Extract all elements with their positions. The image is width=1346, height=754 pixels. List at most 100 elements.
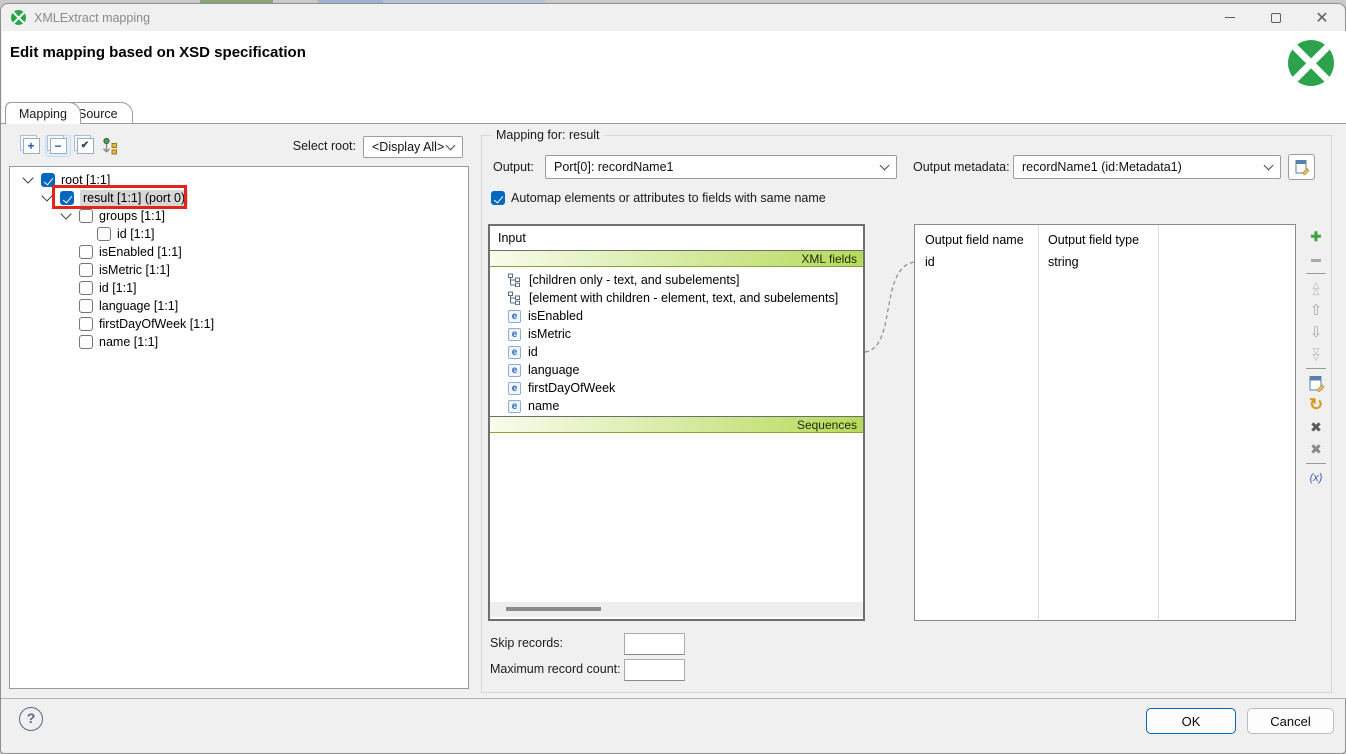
mapping-connector-line [857, 248, 919, 360]
tree-row-ismetric[interactable]: isMetric [1:1] [10, 261, 468, 279]
metadata-document-icon [1308, 375, 1325, 392]
output-port-dropdown[interactable]: Port[0]: recordName1 [545, 155, 897, 179]
tree-row-result[interactable]: result [1:1] (port 0) [10, 189, 468, 207]
horizontal-scrollbar[interactable] [490, 602, 863, 617]
wildcard-mapping-button[interactable]: (x) [1304, 467, 1328, 489]
move-to-top-button[interactable]: △ △ [1304, 277, 1328, 299]
app-clover-icon [11, 10, 26, 25]
move-up-button[interactable]: ⇧ [1304, 299, 1328, 321]
xml-field-item[interactable]: e isEnabled [490, 307, 863, 325]
title-bar[interactable]: XMLExtract mapping ✕ [1, 4, 1345, 31]
input-xml-fields-panel[interactable]: Input XML fields [children only - text, … [488, 224, 865, 621]
tree-row-name[interactable]: name [1:1] [10, 333, 468, 351]
checkbox-unchecked[interactable] [79, 281, 93, 295]
scrollbar-thumb[interactable] [506, 607, 601, 611]
clear-all-mappings-button[interactable]: ✖ [1304, 438, 1328, 460]
xml-field-item[interactable]: e id [490, 343, 863, 361]
automap-label: Automap elements or attributes to fields… [511, 191, 826, 205]
clover-logo [1288, 40, 1334, 86]
xml-field-item[interactable]: e isMetric [490, 325, 863, 343]
checkbox-unchecked[interactable] [79, 317, 93, 331]
checkbox-unchecked[interactable] [79, 263, 93, 277]
tab-mapping-label: Mapping [19, 107, 67, 121]
remove-field-button[interactable]: ▬ [1304, 248, 1328, 270]
close-button[interactable]: ✕ [1299, 4, 1345, 31]
output-label: Output: [493, 155, 534, 179]
checkbox-unchecked[interactable] [97, 227, 111, 241]
tree-row-root[interactable]: root [1:1] [10, 171, 468, 189]
screen: XMLExtract mapping ✕ Edit mapping based … [0, 0, 1346, 754]
output-row-type[interactable]: string [1048, 255, 1079, 269]
tree-row-language[interactable]: language [1:1] [10, 297, 468, 315]
tree-label: name [1:1] [99, 335, 158, 349]
checkbox-icon: ✔ [77, 138, 94, 154]
chevron-down-icon[interactable] [22, 172, 33, 183]
tree-row-isenabled[interactable]: isEnabled [1:1] [10, 243, 468, 261]
minimize-icon [1225, 17, 1235, 19]
tree-row-firstdayofweek[interactable]: firstDayOfWeek [1:1] [10, 315, 468, 333]
plus-icon: ✚ [1311, 229, 1322, 245]
collapse-all-button[interactable]: − [45, 135, 71, 157]
check-selected-button[interactable]: ✔ [72, 135, 98, 157]
skip-records-label: Skip records: [490, 632, 563, 654]
xml-field-label: [children only - text, and subelements] [529, 273, 740, 287]
minimize-button[interactable] [1207, 4, 1253, 31]
element-icon: e [508, 364, 521, 377]
add-field-button[interactable]: ✚ [1304, 226, 1328, 248]
tab-mapping[interactable]: Mapping [5, 102, 81, 124]
x-icon: ✖ [1310, 419, 1322, 436]
checkbox-unchecked[interactable] [79, 299, 93, 313]
dialog-title: Edit mapping based on XSD specification [10, 44, 306, 61]
xml-field-item[interactable]: [children only - text, and subelements] [490, 271, 863, 289]
checkbox-checked[interactable] [41, 173, 55, 187]
expand-all-button[interactable]: + [18, 135, 44, 157]
clear-mapping-button[interactable]: ✖ [1304, 416, 1328, 438]
xml-field-item[interactable]: e name [490, 397, 863, 415]
wildcard-icon: (x) [1310, 472, 1323, 484]
tree-row-groups[interactable]: groups [1:1] [10, 207, 468, 225]
checkbox-unchecked[interactable] [79, 245, 93, 259]
xml-field-item[interactable]: e firstDayOfWeek [490, 379, 863, 397]
chevron-down-icon[interactable] [41, 190, 52, 201]
tree-row-groups-id[interactable]: id [1:1] [10, 225, 468, 243]
element-icon: e [508, 382, 521, 395]
xml-field-label: firstDayOfWeek [528, 381, 615, 395]
automap-checkbox[interactable] [491, 191, 505, 205]
select-root-value: <Display All> [372, 140, 444, 154]
tree-label: language [1:1] [99, 299, 178, 313]
edit-metadata-button[interactable] [1288, 154, 1315, 180]
section-sequences: Sequences [490, 416, 863, 433]
cancel-label: Cancel [1270, 714, 1310, 729]
output-metadata-dropdown[interactable]: recordName1 (id:Metadata1) [1013, 155, 1281, 179]
checkbox-checked[interactable] [60, 191, 74, 205]
maximize-button[interactable] [1253, 4, 1299, 31]
automap-button[interactable]: ↻ [1304, 394, 1328, 416]
xml-field-item[interactable]: e language [490, 361, 863, 379]
ok-button[interactable]: OK [1146, 708, 1236, 734]
order-elements-button[interactable] [96, 135, 122, 157]
output-row-name[interactable]: id [925, 255, 935, 269]
skip-records-input[interactable] [624, 633, 685, 655]
xsd-tree-panel[interactable]: root [1:1] result [1:1] (port 0) groups … [9, 166, 469, 689]
move-to-bottom-button[interactable]: ▽ ▽ [1304, 343, 1328, 365]
checkbox-unchecked[interactable] [79, 209, 93, 223]
tree-row-id[interactable]: id [1:1] [10, 279, 468, 297]
xml-field-item[interactable]: [element with children - element, text, … [490, 289, 863, 307]
cancel-button[interactable]: Cancel [1247, 708, 1334, 734]
automap-checkbox-row[interactable]: Automap elements or attributes to fields… [491, 189, 826, 207]
tree-label: isEnabled [1:1] [99, 245, 182, 259]
column-header-name: Output field name [925, 233, 1024, 247]
output-metadata-value: recordName1 (id:Metadata1) [1022, 160, 1182, 174]
edit-metadata-side-button[interactable] [1304, 372, 1328, 394]
input-panel-title: Input [498, 231, 526, 245]
dialog-header: Edit mapping based on XSD specification [2, 31, 1346, 102]
chevron-down-icon[interactable] [60, 208, 71, 219]
output-fields-table[interactable]: Output field name Output field type id s… [914, 224, 1296, 621]
move-down-button[interactable]: ⇩ [1304, 321, 1328, 343]
max-record-count-input[interactable] [624, 659, 685, 681]
checkbox-unchecked[interactable] [79, 335, 93, 349]
section-xml-fields-label: XML fields [801, 252, 857, 266]
help-button[interactable]: ? [19, 707, 43, 731]
arrow-down-icon: ⇩ [1310, 323, 1323, 341]
select-root-dropdown[interactable]: <Display All> [363, 136, 463, 158]
